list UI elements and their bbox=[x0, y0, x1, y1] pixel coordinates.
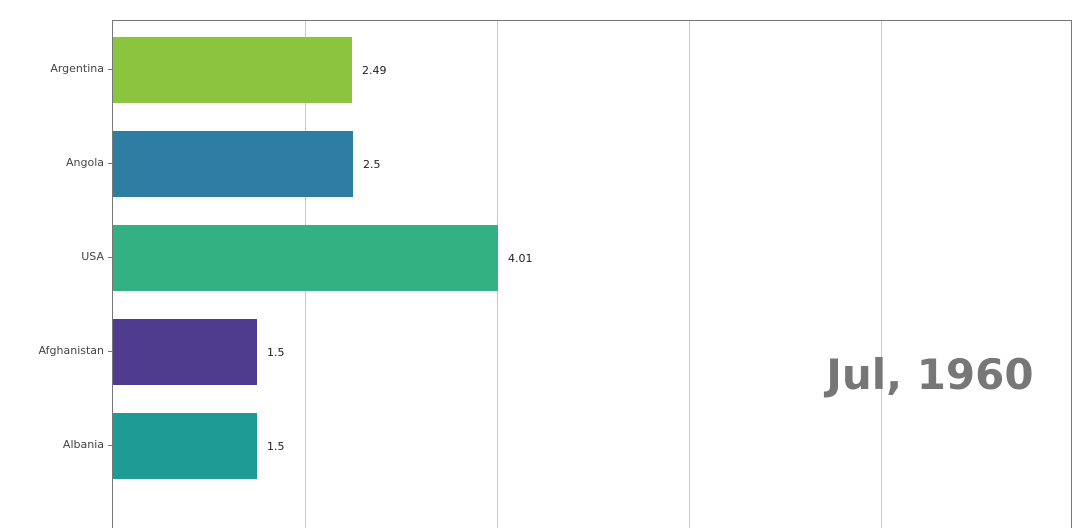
y-tick-label: USA bbox=[0, 250, 104, 263]
bar bbox=[113, 413, 257, 479]
y-tick-label: Albania bbox=[0, 438, 104, 451]
bar bbox=[113, 37, 352, 103]
plot-area: 2.492.54.011.51.5 bbox=[112, 20, 1072, 528]
y-tick bbox=[108, 257, 112, 258]
bar-row: 2.5 bbox=[113, 117, 1071, 211]
y-tick bbox=[108, 163, 112, 164]
bar-row: 2.49 bbox=[113, 23, 1071, 117]
bar-value-label: 2.5 bbox=[353, 131, 381, 197]
bar-row: 1.5 bbox=[113, 399, 1071, 493]
bar-row: 4.01 bbox=[113, 211, 1071, 305]
y-tick bbox=[108, 69, 112, 70]
y-tick-label: Argentina bbox=[0, 62, 104, 75]
chart-container: 2.492.54.011.51.5 ArgentinaAngolaUSAAfgh… bbox=[0, 0, 1078, 528]
bar-value-label: 2.49 bbox=[352, 37, 387, 103]
bar bbox=[113, 131, 353, 197]
y-tick-label: Angola bbox=[0, 156, 104, 169]
chart-annotation: Jul, 1960 bbox=[0, 350, 1034, 399]
bar-value-label: 1.5 bbox=[257, 413, 285, 479]
bar-value-label: 4.01 bbox=[498, 225, 533, 291]
bar bbox=[113, 225, 498, 291]
y-tick bbox=[108, 445, 112, 446]
